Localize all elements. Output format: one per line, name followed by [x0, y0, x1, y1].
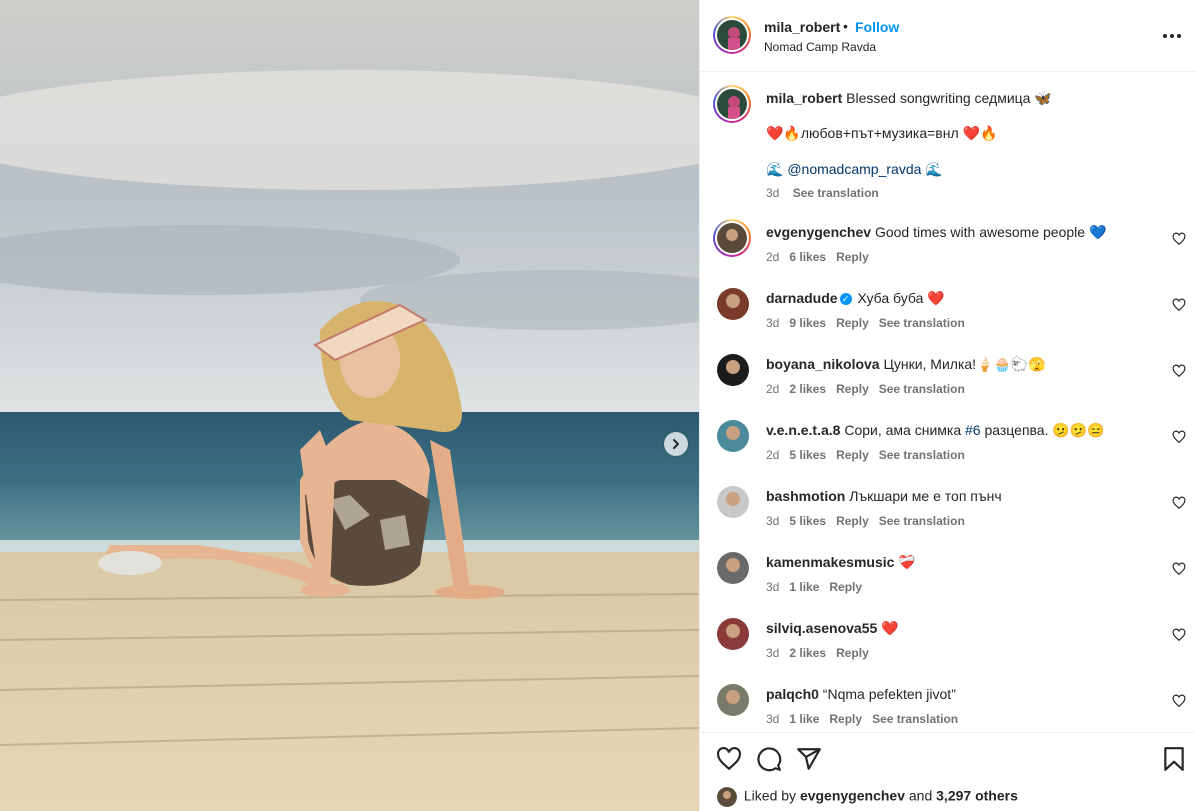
comment-text: Good times with awesome people 💙: [874, 224, 1107, 240]
comment-time[interactable]: 2d: [766, 250, 779, 264]
chevron-right-icon: [673, 439, 679, 449]
see-translation-link[interactable]: See translation: [879, 514, 965, 528]
reply-button[interactable]: Reply: [836, 250, 869, 264]
reply-button[interactable]: Reply: [829, 580, 862, 594]
share-icon[interactable]: [796, 746, 822, 772]
avatar: [717, 89, 747, 119]
comment-time[interactable]: 2d: [766, 448, 779, 462]
comment-username[interactable]: bashmotion: [766, 488, 845, 504]
comment-icon[interactable]: [756, 746, 782, 772]
caption-line3-suffix: 🌊: [921, 161, 943, 177]
comment-username[interactable]: kamenmakesmusic: [766, 554, 894, 570]
comment-likes-count[interactable]: 2 likes: [789, 382, 826, 396]
comment-likes-count[interactable]: 6 likes: [789, 250, 826, 264]
avatar: [717, 787, 737, 807]
comment-time[interactable]: 3d: [766, 580, 779, 594]
comment-like-heart-icon[interactable]: [1172, 496, 1186, 510]
comment-username[interactable]: v.e.n.e.t.a.8: [766, 422, 840, 438]
caption-username[interactable]: mila_robert: [766, 90, 842, 106]
comment-like-heart-icon[interactable]: [1172, 430, 1186, 444]
comment-time[interactable]: 3d: [766, 646, 779, 660]
post-header: mila_robert • Follow Nomad Camp Ravda: [700, 0, 1195, 72]
avatar[interactable]: [717, 288, 749, 320]
avatar: [717, 223, 747, 253]
comment-time[interactable]: 2d: [766, 382, 779, 396]
liked-by-user[interactable]: evgenygenchev: [800, 788, 905, 804]
see-translation-link[interactable]: See translation: [872, 712, 958, 726]
follow-button[interactable]: Follow: [855, 19, 899, 35]
author-avatar-ring[interactable]: [713, 16, 751, 54]
mention-link[interactable]: @nomadcamp_ravda: [787, 161, 921, 177]
location-link[interactable]: Nomad Camp Ravda: [764, 40, 876, 54]
comment-like-heart-icon[interactable]: [1172, 232, 1186, 246]
like-heart-icon[interactable]: [716, 746, 742, 772]
avatar: [717, 20, 747, 50]
comment-likes-count[interactable]: 1 like: [789, 580, 819, 594]
comment-like-heart-icon[interactable]: [1172, 694, 1186, 708]
reply-button[interactable]: Reply: [836, 316, 869, 330]
caption-avatar-ring[interactable]: [713, 85, 751, 123]
liked-by-line: Liked by evgenygenchev and 3,297 others: [717, 787, 1018, 807]
comment-like-heart-icon[interactable]: [1172, 298, 1186, 312]
comment-text: ❤️: [881, 620, 899, 636]
save-bookmark-icon[interactable]: [1161, 746, 1187, 772]
hashtag-link[interactable]: #6: [965, 422, 981, 438]
comment-username[interactable]: silviq.asenova55: [766, 620, 877, 636]
comment-text: “Nqma pefekten jivot”: [822, 686, 956, 702]
see-translation-link[interactable]: See translation: [879, 316, 965, 330]
caption-line1: Blessed songwriting седмица 🦋: [846, 90, 1052, 106]
next-photo-button[interactable]: [664, 432, 688, 456]
comment-like-heart-icon[interactable]: [1172, 562, 1186, 576]
avatar[interactable]: [717, 618, 749, 650]
caption-line3-prefix: 🌊: [766, 161, 788, 177]
comment-text: Цунки, Милка!🍦🧁🐑🫣: [883, 356, 1046, 372]
see-translation-link[interactable]: See translation: [793, 186, 879, 200]
see-translation-link[interactable]: See translation: [879, 448, 965, 462]
verified-badge-icon: ✓: [839, 293, 852, 306]
comment-text: Лъкшари ме е топ пънч: [849, 488, 1002, 504]
comment-text: ❤️‍🩹: [898, 554, 916, 570]
see-translation-link[interactable]: See translation: [879, 382, 965, 396]
liked-by-and: and: [908, 787, 933, 804]
comment-text: Хуба буба ❤️: [857, 290, 945, 306]
caption-time[interactable]: 3d: [766, 186, 779, 200]
comment-like-heart-icon[interactable]: [1172, 364, 1186, 378]
post-photo[interactable]: [0, 0, 699, 811]
avatar[interactable]: [717, 486, 749, 518]
comment-username[interactable]: boyana_nikolova: [766, 356, 880, 372]
comment-username[interactable]: darnadude: [766, 290, 838, 306]
comment-like-heart-icon[interactable]: [1172, 628, 1186, 642]
comment-likes-count[interactable]: 5 likes: [789, 514, 826, 528]
comment-likes-count[interactable]: 5 likes: [789, 448, 826, 462]
avatar[interactable]: [717, 420, 749, 452]
author-username[interactable]: mila_robert: [764, 19, 840, 35]
liked-by-others[interactable]: 3,297 others: [936, 788, 1018, 804]
comment-time[interactable]: 3d: [766, 712, 779, 726]
comment-text-after: разцепва. 🫤🫤😑: [984, 422, 1105, 438]
comment-username[interactable]: palqch0: [766, 686, 819, 702]
comment-likes-count[interactable]: 2 likes: [789, 646, 826, 660]
more-options-icon[interactable]: [1162, 26, 1182, 46]
reply-button[interactable]: Reply: [836, 448, 869, 462]
comment-username[interactable]: evgenygenchev: [766, 224, 871, 240]
comment-likes-count[interactable]: 1 like: [789, 712, 819, 726]
reply-button[interactable]: Reply: [829, 712, 862, 726]
reply-button[interactable]: Reply: [836, 514, 869, 528]
comment-avatar-ring[interactable]: [713, 219, 751, 257]
caption-line2: ❤️🔥любов+път+музика=внл ❤️🔥: [766, 125, 998, 141]
avatar[interactable]: [717, 552, 749, 584]
reply-button[interactable]: Reply: [836, 646, 869, 660]
avatar[interactable]: [717, 354, 749, 386]
comment-time[interactable]: 3d: [766, 514, 779, 528]
reply-button[interactable]: Reply: [836, 382, 869, 396]
post-panel: mila_robert • Follow Nomad Camp Ravda mi…: [699, 0, 1195, 811]
comment-time[interactable]: 3d: [766, 316, 779, 330]
comment-likes-count[interactable]: 9 likes: [789, 316, 826, 330]
liked-by-prefix: Liked by: [743, 787, 797, 804]
separator-dot: •: [843, 18, 848, 34]
avatar[interactable]: [717, 684, 749, 716]
comments-list[interactable]: mila_robert Blessed songwriting седмица …: [700, 72, 1195, 732]
comment-text: Сори, ама снимка: [844, 422, 962, 438]
beach-photo: [0, 0, 699, 811]
